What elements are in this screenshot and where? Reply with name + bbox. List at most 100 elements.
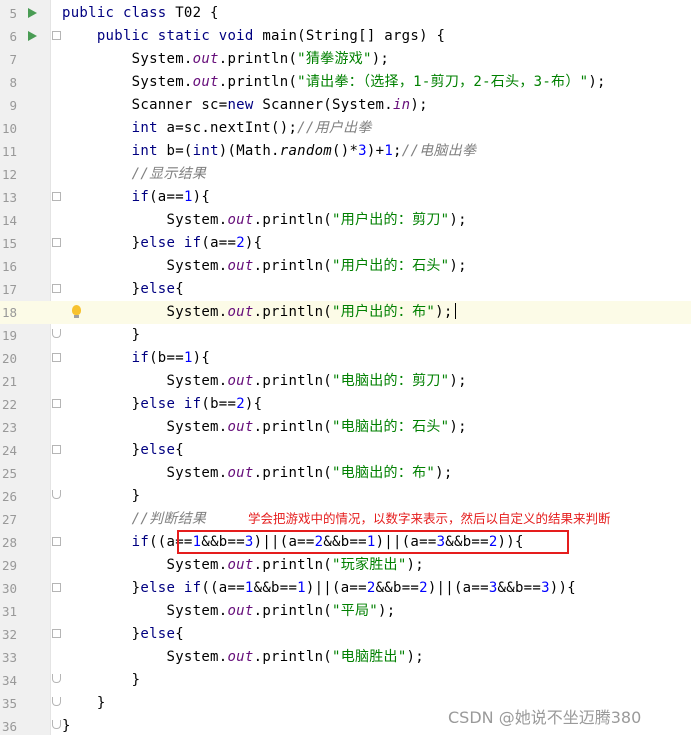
code-text: } <box>62 669 140 692</box>
code-token: 2 <box>419 580 428 596</box>
line-number: 13 <box>1 190 17 205</box>
code-line[interactable]: 15 }else if(a==2){ <box>0 232 691 255</box>
fold-icon[interactable] <box>52 399 61 408</box>
code-line[interactable]: 22 }else if(b==2){ <box>0 393 691 416</box>
code-line[interactable]: 25 System.out.println("电脑出的：布"); <box>0 462 691 485</box>
code-line[interactable]: 19 } <box>0 324 691 347</box>
code-line[interactable]: 16 System.out.println("用户出的：石头"); <box>0 255 691 278</box>
code-token: out <box>227 258 254 274</box>
line-number: 33 <box>1 650 17 665</box>
code-line[interactable]: 24 }else{ <box>0 439 691 462</box>
line-number: 32 <box>1 627 17 642</box>
fold-end-icon[interactable] <box>52 697 61 706</box>
line-number: 28 <box>1 535 17 550</box>
code-token: int <box>192 143 219 159</box>
code-line[interactable]: 11 int b=(int)(Math.random()*3)+1;//电脑出拳 <box>0 140 691 163</box>
line-number: 17 <box>1 282 17 297</box>
code-editor[interactable]: 5 public class T02 {6 public static void … <box>0 0 691 735</box>
code-token: System. <box>62 304 228 320</box>
line-number: 24 <box>1 443 17 458</box>
code-line[interactable]: 23 System.out.println("电脑出的：石头"); <box>0 416 691 439</box>
code-line[interactable]: 26 } <box>0 485 691 508</box>
code-token: .println( <box>253 465 332 481</box>
code-line[interactable]: 9 Scanner sc=new Scanner(System.in); <box>0 94 691 117</box>
code-token: ); <box>377 603 396 619</box>
fold-icon[interactable] <box>52 238 61 247</box>
code-text: System.out.println("请出拳：（选择，1-剪刀，2-石头，3-… <box>62 71 606 94</box>
code-token: ); <box>449 373 467 389</box>
fold-icon[interactable] <box>52 445 61 454</box>
code-line[interactable]: 34 } <box>0 669 691 692</box>
line-number: 21 <box>1 374 17 389</box>
code-text: System.out.println("用户出的：剪刀"); <box>62 209 467 232</box>
fold-icon[interactable] <box>52 629 61 638</box>
code-line[interactable]: 13 if(a==1){ <box>0 186 691 209</box>
code-token: } <box>62 718 71 734</box>
code-token: T02 { <box>175 5 219 21</box>
code-token: } <box>62 235 141 251</box>
code-line[interactable]: 6 public static void main(String[] args)… <box>0 25 691 48</box>
fold-icon[interactable] <box>52 31 61 40</box>
code-token: "用户出的：剪刀" <box>332 212 450 228</box>
code-line[interactable]: 32 }else{ <box>0 623 691 646</box>
code-token: System. <box>62 212 228 228</box>
code-token: ); <box>449 419 467 435</box>
code-line[interactable]: 29 System.out.println("玩家胜出"); <box>0 554 691 577</box>
fold-end-icon[interactable] <box>52 329 61 338</box>
line-number: 25 <box>1 466 17 481</box>
code-token: (( <box>149 534 167 550</box>
code-token: )||(a== <box>305 580 367 596</box>
fold-end-icon[interactable] <box>52 674 61 683</box>
code-token: else <box>140 281 176 297</box>
code-text: }else{ <box>62 623 184 646</box>
code-token: int <box>131 120 167 136</box>
line-number: 16 <box>1 259 17 274</box>
code-token: .println( <box>253 212 332 228</box>
line-number: 34 <box>1 673 17 688</box>
code-token: else if <box>140 396 202 412</box>
code-line[interactable]: 8 System.out.println("请出拳：（选择，1-剪刀，2-石头，… <box>0 71 691 94</box>
code-line[interactable]: 12 //显示结果 <box>0 163 691 186</box>
fold-icon[interactable] <box>52 353 61 362</box>
code-token: out <box>227 304 254 320</box>
code-token: ; <box>393 143 402 159</box>
code-token: 2 <box>236 396 245 412</box>
code-token: out <box>227 649 254 665</box>
line-number: 19 <box>1 328 17 343</box>
fold-end-icon[interactable] <box>52 720 61 729</box>
code-line[interactable]: 21 System.out.println("电脑出的：剪刀"); <box>0 370 691 393</box>
code-token: } <box>62 580 141 596</box>
code-line[interactable]: 33 System.out.println("电脑胜出"); <box>0 646 691 669</box>
code-text: }else if(a==2){ <box>62 232 262 255</box>
code-token: &&b== <box>497 580 542 596</box>
fold-icon[interactable] <box>52 284 61 293</box>
code-text: System.out.println("猜拳游戏"); <box>62 48 389 71</box>
code-line[interactable]: 31 System.out.println("平局"); <box>0 600 691 623</box>
fold-icon[interactable] <box>52 537 61 546</box>
line-number: 9 <box>9 98 17 113</box>
run-icon[interactable] <box>28 8 37 18</box>
code-line[interactable]: 5 public class T02 { <box>0 2 691 25</box>
line-number: 23 <box>1 420 17 435</box>
code-token: else if <box>140 235 202 251</box>
line-number: 26 <box>1 489 17 504</box>
code-line[interactable]: 18 System.out.println("用户出的：布"); <box>0 301 691 324</box>
code-line[interactable]: 30 }else if((a==1&&b==1)||(a==2&&b==2)||… <box>0 577 691 600</box>
code-token: 1 <box>297 580 306 596</box>
code-token: )||(a== <box>427 580 489 596</box>
code-token: &&b== <box>375 580 420 596</box>
code-token: 1 <box>183 350 193 366</box>
run-icon[interactable] <box>28 31 37 41</box>
code-text: int a=sc.nextInt();//用户出拳 <box>62 117 372 140</box>
code-line[interactable]: 7 System.out.println("猜拳游戏"); <box>0 48 691 71</box>
code-token: .println( <box>253 419 332 435</box>
fold-end-icon[interactable] <box>52 490 61 499</box>
fold-icon[interactable] <box>52 192 61 201</box>
code-line[interactable]: 14 System.out.println("用户出的：剪刀"); <box>0 209 691 232</box>
code-token: )+ <box>366 143 385 159</box>
code-line[interactable]: 10 int a=sc.nextInt();//用户出拳 <box>0 117 691 140</box>
code-line[interactable]: 20 if(b==1){ <box>0 347 691 370</box>
code-line[interactable]: 17 }else{ <box>0 278 691 301</box>
fold-icon[interactable] <box>52 583 61 592</box>
